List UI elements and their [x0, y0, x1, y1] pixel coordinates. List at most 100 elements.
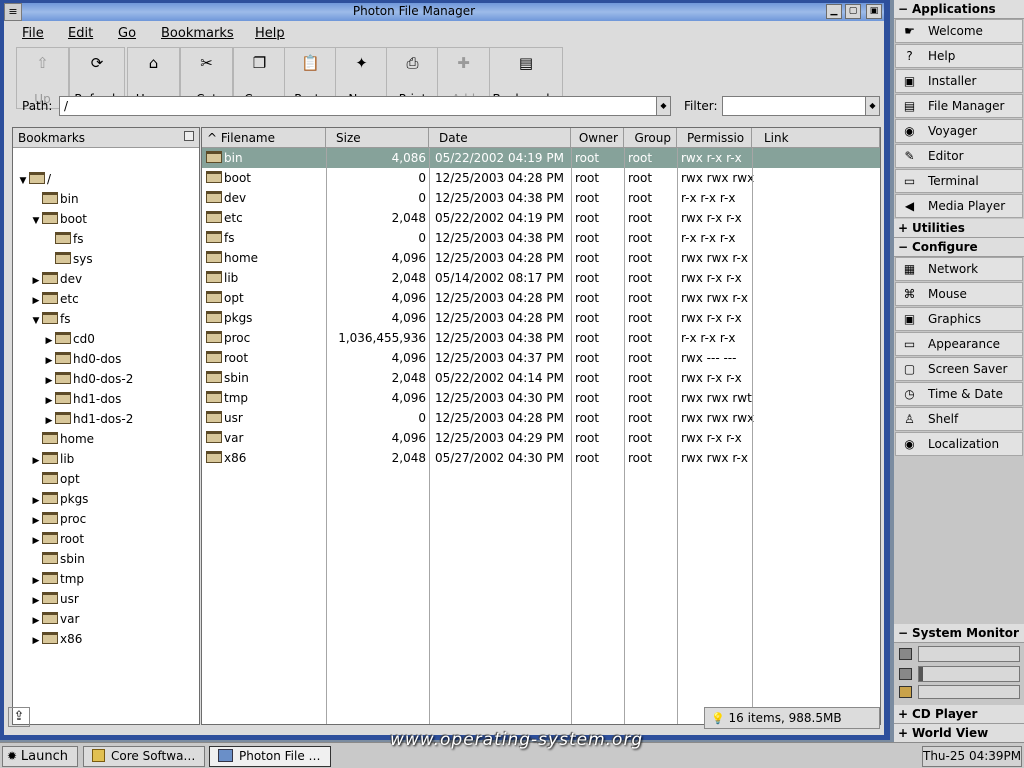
column-header-link[interactable]: Link [752, 128, 880, 148]
file-row[interactable]: sbin 2,048 05/22/2002 04:14 PM root root rwx … [202, 368, 880, 388]
window-menu-button[interactable]: ≡ [4, 3, 22, 21]
file-row[interactable]: proc 1,036,455,936 12/25/2003 04:38 PM root… [202, 328, 880, 348]
column-header-permissions[interactable]: Permissio [677, 128, 752, 148]
shelf-item-localization[interactable]: ◉ Localization [895, 432, 1023, 456]
shelf-section-cd-player[interactable]: + CD Player [894, 705, 1024, 724]
tree-node[interactable]: ▼ fs [30, 309, 70, 329]
expanded-triangle-icon[interactable]: ▼ [30, 211, 42, 231]
launch-button[interactable]: ✹ Launch [2, 746, 78, 767]
tree-node[interactable]: fs [43, 229, 83, 249]
collapsed-triangle-icon[interactable]: ▶ [30, 491, 42, 511]
file-row[interactable]: bin 4,086 05/22/2002 04:19 PM root root rwx r… [202, 148, 880, 168]
collapsed-triangle-icon[interactable]: ▶ [43, 371, 55, 391]
collapsed-triangle-icon[interactable]: ▶ [30, 511, 42, 531]
menu-edit[interactable]: Edit [68, 26, 93, 41]
shelf-section-configure[interactable]: − Configure [894, 238, 1024, 257]
filter-input[interactable]: ◆ [722, 96, 880, 116]
maximize-button[interactable]: ▢ [845, 4, 861, 19]
column-header-date[interactable]: Date [429, 128, 571, 148]
file-row[interactable]: fs 0 12/25/2003 04:38 PM root root r-x r-x r-… [202, 228, 880, 248]
column-header-filename[interactable]: ^ Filename [202, 128, 326, 148]
task-photon-file-manager[interactable]: Photon File … [209, 746, 331, 767]
collapsed-triangle-icon[interactable]: ▶ [30, 451, 42, 471]
tree-node[interactable]: sys [43, 249, 93, 269]
collapsed-triangle-icon[interactable]: ▶ [43, 351, 55, 371]
tree-node[interactable]: ▶ root [30, 529, 84, 549]
tree-node[interactable]: ▶ lib [30, 449, 74, 469]
tree-node[interactable]: ▶ cd0 [43, 329, 95, 349]
shelf-item-file-manager[interactable]: ▤ File Manager [895, 94, 1023, 118]
menu-bookmarks[interactable]: Bookmarks [161, 26, 234, 41]
close-button[interactable]: ▣ [866, 4, 882, 19]
tree-node[interactable]: ▼ / [17, 169, 51, 189]
collapsed-triangle-icon[interactable]: ▶ [43, 411, 55, 431]
tree-node[interactable]: home [30, 429, 94, 449]
shelf-item-help[interactable]: ? Help [895, 44, 1023, 68]
shelf-item-graphics[interactable]: ▣ Graphics [895, 307, 1023, 331]
tree-node[interactable]: ▶ hd1-dos-2 [43, 409, 133, 429]
collapsed-triangle-icon[interactable]: ▶ [30, 531, 42, 551]
shelf-item-terminal[interactable]: ▭ Terminal [895, 169, 1023, 193]
menu-file[interactable]: File [22, 26, 44, 41]
shelf-section-world-view[interactable]: + World View [894, 724, 1024, 743]
file-row[interactable]: var 4,096 12/25/2003 04:29 PM root root rwx r… [202, 428, 880, 448]
tree-node[interactable]: ▶ x86 [30, 629, 82, 649]
bookmarks-close-icon[interactable] [184, 131, 194, 141]
shelf-item-time-date[interactable]: ◷ Time & Date [895, 382, 1023, 406]
expanded-triangle-icon[interactable]: ▼ [17, 171, 29, 191]
collapsed-triangle-icon[interactable]: ▶ [30, 591, 42, 611]
shelf-item-voyager[interactable]: ◉ Voyager [895, 119, 1023, 143]
filter-dropdown-button[interactable]: ◆ [865, 97, 879, 115]
tree-node[interactable]: ▶ dev [30, 269, 82, 289]
tree-node[interactable]: sbin [30, 549, 85, 569]
shelf-item-shelf[interactable]: ♙ Shelf [895, 407, 1023, 431]
minimize-button[interactable]: ▁ [826, 4, 842, 19]
tree-node[interactable]: ▶ etc [30, 289, 79, 309]
shelf-section-utilities[interactable]: + Utilities [894, 219, 1024, 238]
task-core-software[interactable]: Core Softwa… [83, 746, 205, 767]
file-row[interactable]: tmp 4,096 12/25/2003 04:30 PM root root rwx r… [202, 388, 880, 408]
file-row[interactable]: usr 0 12/25/2003 04:28 PM root root rwx rwx r… [202, 408, 880, 428]
collapsed-triangle-icon[interactable]: ▶ [30, 291, 42, 311]
tree-node[interactable]: bin [30, 189, 79, 209]
shelf-item-mouse[interactable]: ⌘ Mouse [895, 282, 1023, 306]
shelf-item-appearance[interactable]: ▭ Appearance [895, 332, 1023, 356]
status-action-icon[interactable]: ⇪ [8, 707, 30, 727]
clock[interactable]: Thu-25 04:39PM [922, 746, 1022, 767]
file-row[interactable]: dev 0 12/25/2003 04:38 PM root root r-x r-x r… [202, 188, 880, 208]
tree-node[interactable]: ▶ proc [30, 509, 86, 529]
file-row[interactable]: root 4,096 12/25/2003 04:37 PM root root rwx … [202, 348, 880, 368]
menu-go[interactable]: Go [118, 26, 136, 41]
collapsed-triangle-icon[interactable]: ▶ [30, 571, 42, 591]
column-header-size[interactable]: Size [326, 128, 429, 148]
tree-node[interactable]: ▼ boot [30, 209, 87, 229]
tree-node[interactable]: opt [30, 469, 80, 489]
file-row[interactable]: home 4,096 12/25/2003 04:28 PM root root rwx … [202, 248, 880, 268]
collapsed-triangle-icon[interactable]: ▶ [30, 271, 42, 291]
file-row[interactable]: etc 2,048 05/22/2002 04:19 PM root root rwx r… [202, 208, 880, 228]
tree-node[interactable]: ▶ tmp [30, 569, 84, 589]
collapsed-triangle-icon[interactable]: ▶ [43, 391, 55, 411]
system-monitor-header[interactable]: − System Monitor [894, 624, 1024, 643]
column-header-owner[interactable]: Owner [571, 128, 624, 148]
tree-node[interactable]: ▶ hd1-dos [43, 389, 121, 409]
path-dropdown-button[interactable]: ◆ [656, 97, 670, 115]
shelf-item-media-player[interactable]: ◀ Media Player [895, 194, 1023, 218]
expanded-triangle-icon[interactable]: ▼ [30, 311, 42, 331]
shelf-item-screen-saver[interactable]: ▢ Screen Saver [895, 357, 1023, 381]
tree-node[interactable]: ▶ usr [30, 589, 79, 609]
tree-node[interactable]: ▶ hd0-dos [43, 349, 121, 369]
shelf-item-network[interactable]: ▦ Network [895, 257, 1023, 281]
shelf-section-applications[interactable]: − Applications [894, 0, 1024, 19]
shelf-item-editor[interactable]: ✎ Editor [895, 144, 1023, 168]
title-bar[interactable]: Photon File Manager ▁ ▢ ▣ [4, 3, 884, 21]
collapsed-triangle-icon[interactable]: ▶ [30, 631, 42, 651]
path-input[interactable]: / ◆ [59, 96, 671, 116]
column-header-group[interactable]: Group [624, 128, 677, 148]
file-row[interactable]: lib 2,048 05/14/2002 08:17 PM root root rwx r… [202, 268, 880, 288]
tree-node[interactable]: ▶ hd0-dos-2 [43, 369, 133, 389]
file-row[interactable]: boot 0 12/25/2003 04:28 PM root root rwx rwx … [202, 168, 880, 188]
collapsed-triangle-icon[interactable]: ▶ [43, 331, 55, 351]
file-row[interactable]: pkgs 4,096 12/25/2003 04:28 PM root root rwx … [202, 308, 880, 328]
menu-help[interactable]: Help [255, 26, 285, 41]
